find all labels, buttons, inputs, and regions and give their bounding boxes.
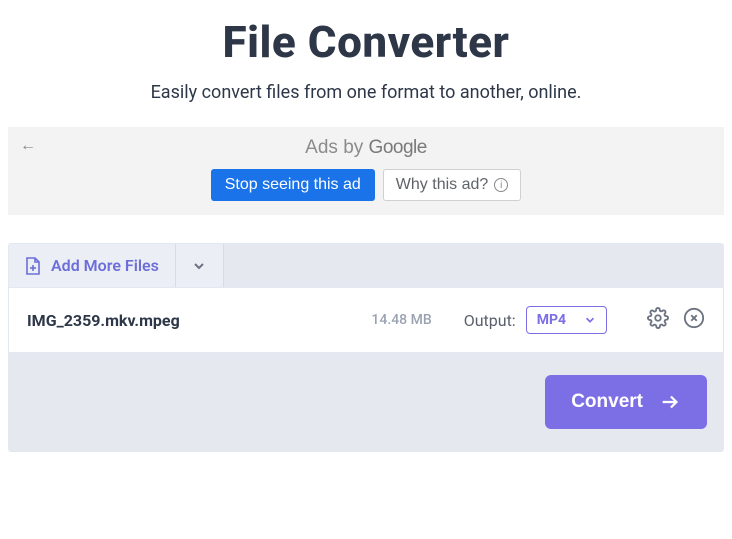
- output-format-value: MP4: [537, 312, 566, 328]
- gear-icon: [647, 307, 669, 329]
- page-subtitle: Easily convert files from one format to …: [0, 82, 732, 103]
- output-format-select[interactable]: MP4: [526, 306, 607, 334]
- remove-file-button[interactable]: [683, 307, 705, 333]
- chevron-down-icon: [192, 259, 206, 273]
- page-title: File Converter: [0, 16, 732, 68]
- converter-panel: Add More Files IMG_2359.mkv.mpeg 14.48 M…: [8, 243, 724, 452]
- output-label: Output:: [464, 311, 516, 330]
- add-more-dropdown-button[interactable]: [176, 244, 224, 287]
- ad-back-arrow-icon[interactable]: ←: [20, 135, 36, 155]
- file-row: IMG_2359.mkv.mpeg 14.48 MB Output: MP4: [9, 287, 723, 352]
- file-size: 14.48 MB: [371, 312, 431, 328]
- info-icon: i: [494, 178, 508, 192]
- chevron-down-icon: [584, 314, 596, 326]
- file-name: IMG_2359.mkv.mpeg: [27, 311, 180, 330]
- ad-byline-prefix: Ads by: [305, 137, 368, 158]
- ad-byline-brand: Google: [369, 137, 427, 158]
- why-this-ad-label: Why this ad?: [396, 176, 488, 194]
- arrow-right-icon: [659, 391, 681, 413]
- ad-container: ← Ads by Google Stop seeing this ad Why …: [8, 127, 724, 215]
- add-more-files-label: Add More Files: [51, 256, 159, 275]
- convert-button[interactable]: Convert: [545, 375, 707, 429]
- toolbar: Add More Files: [9, 244, 723, 287]
- close-icon: [683, 307, 705, 329]
- why-this-ad-button[interactable]: Why this ad? i: [383, 169, 521, 201]
- stop-seeing-ad-button[interactable]: Stop seeing this ad: [211, 169, 375, 201]
- add-file-icon: [25, 257, 41, 275]
- ad-byline: Ads by Google: [20, 137, 712, 159]
- settings-button[interactable]: [647, 307, 669, 333]
- convert-label: Convert: [571, 391, 643, 413]
- add-more-files-button[interactable]: Add More Files: [9, 244, 176, 287]
- panel-footer: Convert: [9, 352, 723, 451]
